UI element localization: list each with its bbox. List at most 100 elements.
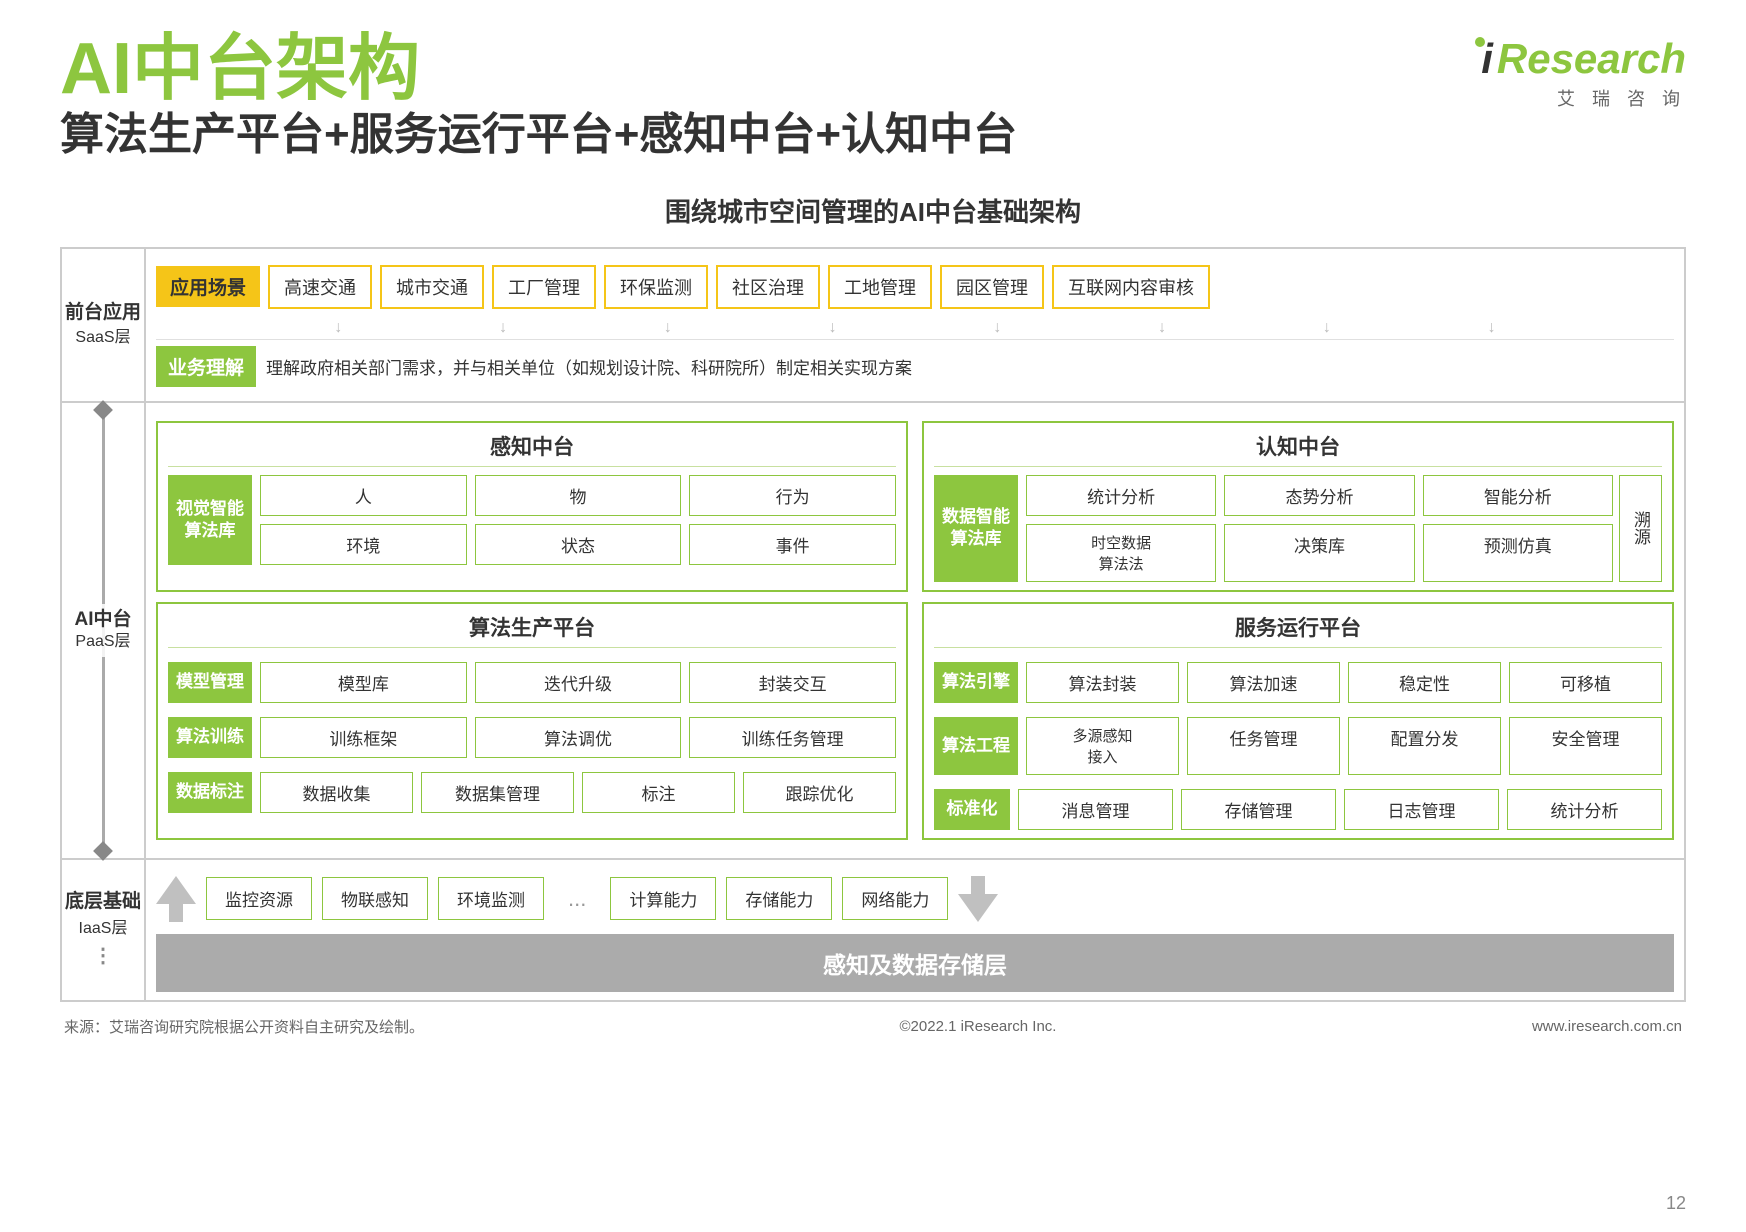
iaas-item-3: 计算能力 [610, 877, 716, 920]
diamond-bottom [93, 841, 113, 861]
iaas-item-1: 物联感知 [322, 877, 428, 920]
diceng-label: 底层基础 [65, 889, 141, 916]
algo-train-row: 算法训练 训练框架 算法调优 训练任务管理 [168, 717, 896, 758]
standard-row: 标准化 消息管理 存储管理 日志管理 统计分析 [934, 789, 1662, 830]
ganzhi-item-5: 事件 [689, 524, 896, 565]
diagram-title: 围绕城市空间管理的AI中台基础架构 [60, 192, 1686, 229]
renzhi-item-5: 预测仿真 [1423, 524, 1613, 582]
iaas-top-row: 监控资源 物联感知 环境监测 ... 计算能力 存储能力 网络能力 [156, 868, 1674, 930]
app-item-4: 社区治理 [716, 265, 820, 309]
renzhi-box: 认知中台 数据智能算法库 统计分析 态势分析 智能分析 [922, 421, 1674, 592]
paas-label: PaaS层 [75, 632, 130, 653]
subtitle: 算法生产平台+服务运行平台+感知中台+认知中台 [60, 109, 1017, 162]
standard-label: 标准化 [934, 789, 1010, 830]
iaas-item-0: 监控资源 [206, 877, 312, 920]
app-scenario-tag: 应用场景 [156, 266, 260, 307]
footer-url: www.iresearch.com.cn [1532, 1018, 1682, 1035]
apps-row: 应用场景 高速交通 城市交通 工厂管理 环保监测 社区治理 工地管理 园区管理 … [156, 257, 1674, 317]
svc-p-item-6: 配置分发 [1348, 717, 1501, 775]
footer-source: 来源：艾瑞咨询研究院根据公开资料自主研究及绘制。 [64, 1016, 424, 1037]
page-number: 12 [1666, 1193, 1686, 1214]
algo-p-item-6: 数据收集 [260, 772, 413, 813]
iaas-bottom-bar: 感知及数据存储层 [156, 934, 1674, 992]
ganzhi-item-1: 物 [475, 475, 682, 516]
header: AI中台架构 算法生产平台+服务运行平台+感知中台+认知中台 i Researc… [60, 30, 1686, 182]
svc-p-item-5: 任务管理 [1187, 717, 1340, 775]
zhongtai-row: 感知中台 视觉智能算法库 人 物 行为 环境 [156, 411, 1674, 602]
big-up-arrow-left [156, 876, 196, 922]
app-item-1: 城市交通 [380, 265, 484, 309]
svc-p-item-0: 算法封装 [1026, 662, 1179, 703]
algo-engine-label: 算法引擎 [934, 662, 1018, 703]
renzhi-item-0: 统计分析 [1026, 475, 1216, 516]
ganzhi-item-0: 人 [260, 475, 467, 516]
algo-p-item-9: 跟踪优化 [743, 772, 896, 813]
iaas-content: 监控资源 物联感知 环境监测 ... 计算能力 存储能力 网络能力 感知及数据存… [146, 860, 1684, 1000]
aizh-label: AI中台 [74, 608, 131, 633]
app-item-2: 工厂管理 [492, 265, 596, 309]
svc-p-item-4: 多源感知接入 [1026, 717, 1179, 775]
ganzhi-inner: 视觉智能算法库 人 物 行为 环境 状态 事件 [168, 475, 896, 565]
biz-tag: 业务理解 [156, 346, 256, 387]
algo-eng-row: 算法工程 多源感知接入 任务管理 配置分发 安全管理 [934, 717, 1662, 775]
saas-content: 应用场景 高速交通 城市交通 工厂管理 环保监测 社区治理 工地管理 园区管理 … [146, 249, 1684, 401]
iaas-label: IaaS层 [79, 918, 128, 940]
app-item-3: 环保监测 [604, 265, 708, 309]
main-diagram: 前台应用 SaaS层 应用场景 高速交通 城市交通 工厂管理 环保监测 社区治理… [60, 247, 1686, 1002]
svc-p-item-9: 存储管理 [1181, 789, 1336, 830]
service-platform-title: 服务运行平台 [934, 612, 1662, 648]
side-label-qiantai: 前台应用 SaaS层 [62, 249, 146, 401]
saas-label: SaaS层 [75, 327, 130, 349]
ganzhi-item-3: 环境 [260, 524, 467, 565]
service-platform-box: 服务运行平台 算法引擎 算法封装 算法加速 稳定性 可移植 [922, 602, 1674, 840]
renzhi-item-2: 智能分析 [1423, 475, 1613, 516]
biz-row: 业务理解 理解政府相关部门需求，并与相关单位（如规划设计院、科研院所）制定相关实… [156, 339, 1674, 393]
down-arrows: ↓ ↓ ↓ ↓ ↓ ↓ ↓ ↓ [156, 317, 1674, 339]
app-item-5: 工地管理 [828, 265, 932, 309]
algo-p-item-0: 模型库 [260, 662, 467, 703]
svc-p-item-2: 稳定性 [1348, 662, 1501, 703]
footer-copyright: ©2022.1 iResearch Inc. [899, 1018, 1056, 1035]
app-item-0: 高速交通 [268, 265, 372, 309]
paas-content: 感知中台 视觉智能算法库 人 物 行为 环境 [146, 403, 1684, 858]
diamond-top [93, 400, 113, 420]
ganzhi-item-4: 状态 [475, 524, 682, 565]
algo-p-item-1: 迭代升级 [475, 662, 682, 703]
ganzhi-title: 感知中台 [168, 431, 896, 467]
logo-research: Research [1497, 35, 1686, 83]
svc-p-item-8: 消息管理 [1018, 789, 1173, 830]
app-item-7: 互联网内容审核 [1052, 265, 1210, 309]
iaas-item-5: 网络能力 [842, 877, 948, 920]
page: AI中台架构 算法生产平台+服务运行平台+感知中台+认知中台 i Researc… [0, 0, 1746, 1232]
renzhi-item-4: 决策库 [1224, 524, 1414, 582]
side-label-paas: AI中台 PaaS层 [62, 403, 146, 858]
saas-section: 前台应用 SaaS层 应用场景 高速交通 城市交通 工厂管理 环保监测 社区治理… [62, 249, 1684, 403]
data-label-row: 数据标注 数据收集 数据集管理 标注 跟踪优化 [168, 772, 896, 813]
iaas-item-4: 存储能力 [726, 877, 832, 920]
renzhi-item-3: 时空数据算法法 [1026, 524, 1216, 582]
main-title: AI中台架构 [60, 30, 1017, 109]
renzhi-item-1: 态势分析 [1224, 475, 1414, 516]
logo: i Research [1475, 35, 1686, 83]
algo-platform-title: 算法生产平台 [168, 612, 896, 648]
biz-text: 理解政府相关部门需求，并与相关单位（如规划设计院、科研院所）制定相关实现方案 [266, 354, 912, 379]
data-label-label: 数据标注 [168, 772, 252, 813]
algo-platform-box: 算法生产平台 模型管理 模型库 迭代升级 封装交互 算法训练 [156, 602, 908, 840]
paas-section: AI中台 PaaS层 感知中台 视觉智能算法库 人 [62, 403, 1684, 860]
iaas-section: 底层基础 IaaS层 ⋮ 监控资源 物联感知 环境监测 ... 计算能力 存储能… [62, 860, 1684, 1000]
algo-p-item-8: 标注 [582, 772, 735, 813]
svc-p-item-7: 安全管理 [1509, 717, 1662, 775]
algo-p-item-2: 封装交互 [689, 662, 896, 703]
footer: 来源：艾瑞咨询研究院根据公开资料自主研究及绘制。 ©2022.1 iResear… [60, 1016, 1686, 1037]
iaas-item-2: 环境监测 [438, 877, 544, 920]
renzhi-inner: 数据智能算法库 统计分析 态势分析 智能分析 时空数据算法法 [934, 475, 1662, 582]
algo-eng-label: 算法工程 [934, 717, 1018, 775]
title-area: AI中台架构 算法生产平台+服务运行平台+感知中台+认知中台 [60, 30, 1017, 182]
algo-train-label: 算法训练 [168, 717, 252, 758]
side-label-iaas: 底层基础 IaaS层 ⋮ [62, 860, 146, 1000]
model-mgmt-label: 模型管理 [168, 662, 252, 703]
algo-p-item-5: 训练任务管理 [689, 717, 896, 758]
model-mgmt-row: 模型管理 模型库 迭代升级 封装交互 [168, 662, 896, 703]
qiantai-label: 前台应用 [65, 300, 141, 327]
ganzhi-box: 感知中台 视觉智能算法库 人 物 行为 环境 [156, 421, 908, 592]
